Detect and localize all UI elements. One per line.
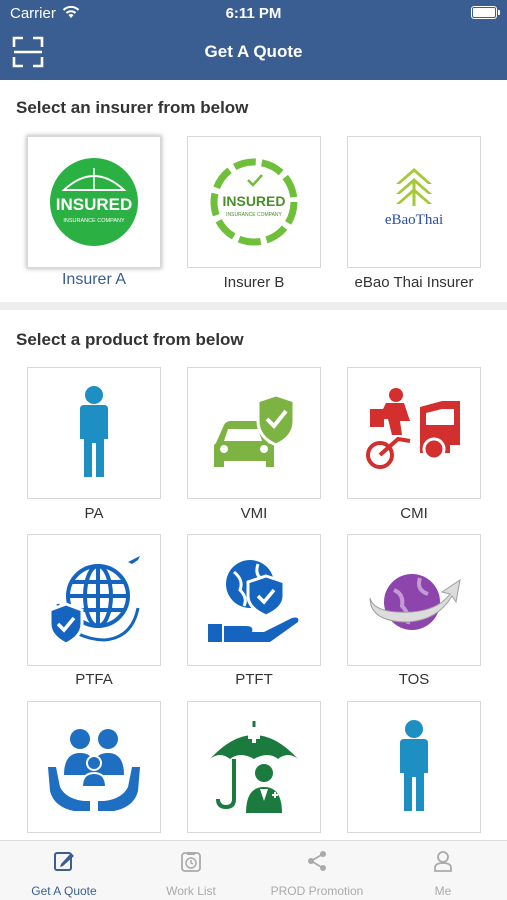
product-card-ptft[interactable] xyxy=(187,534,321,666)
insurer-section: Select an insurer from below INSURED INS… xyxy=(0,80,507,302)
product-card-tos[interactable] xyxy=(347,534,481,666)
tab-work-list[interactable]: Work List xyxy=(128,841,254,900)
clipboard-timer-icon xyxy=(181,852,201,872)
page-title: Get A Quote xyxy=(204,42,303,61)
tab-label: PROD Promotion xyxy=(270,884,364,898)
person-icon xyxy=(80,386,108,477)
battery-icon xyxy=(471,6,500,19)
ebao-thai-logo-icon: eBaoThai xyxy=(385,168,443,228)
product-label-pa: PA xyxy=(84,505,104,522)
product-card-family[interactable] xyxy=(27,701,161,833)
tab-label: Get A Quote xyxy=(31,884,97,898)
product-label-tos: TOS xyxy=(398,671,430,688)
user-icon xyxy=(434,851,452,872)
car-shield-icon xyxy=(214,393,296,467)
planet-arrow-icon xyxy=(369,574,461,630)
tab-me[interactable]: Me xyxy=(380,841,506,900)
product-card-ptfa[interactable] xyxy=(27,534,161,666)
product-section: Select a product from below PA VMI CMI P… xyxy=(0,310,507,840)
svg-text:INSURED: INSURED xyxy=(56,195,133,214)
tab-prod-promotion[interactable]: PROD Promotion xyxy=(254,841,380,900)
insurer-label-a: Insurer A xyxy=(61,271,127,288)
tab-bar: Get A Quote Work List PROD Promotion Me xyxy=(0,840,507,900)
product-label-ptft: PTFT xyxy=(235,671,273,688)
globe-shield-plane-icon xyxy=(48,556,140,646)
insurer-label-b: Insurer B xyxy=(223,274,285,291)
insurer-card-a[interactable]: INSURED INSURANCE COMPANY xyxy=(27,136,161,268)
product-card-cmi[interactable] xyxy=(347,367,481,499)
product-label-ptfa: PTFA xyxy=(75,671,113,688)
globe-hand-shield-icon xyxy=(208,560,299,642)
product-label-cmi: CMI xyxy=(400,505,428,522)
family-hands-icon xyxy=(48,729,140,811)
umbrella-doctor-icon xyxy=(210,721,298,813)
insurer-section-title: Select an insurer from below xyxy=(16,98,249,117)
edit-icon xyxy=(54,852,74,871)
svg-text:eBaoThai: eBaoThai xyxy=(385,212,443,228)
insured-logo-icon: INSURED INSURANCE COMPANY xyxy=(210,158,298,246)
app-header: Carrier 6:11 PM Get A Quote xyxy=(0,0,507,80)
product-card-health[interactable] xyxy=(187,701,321,833)
product-card-pa[interactable] xyxy=(27,367,161,499)
svg-text:INSURANCE COMPANY: INSURANCE COMPANY xyxy=(63,218,125,224)
share-icon xyxy=(308,851,326,871)
product-card-vmi[interactable] xyxy=(187,367,321,499)
tab-get-a-quote[interactable]: Get A Quote xyxy=(1,841,127,900)
svg-text:INSURED: INSURED xyxy=(222,193,285,209)
section-divider xyxy=(0,302,507,310)
insurer-card-b[interactable]: INSURED INSURANCE COMPANY xyxy=(187,136,321,268)
insured-logo-icon: INSURED INSURANCE COMPANY xyxy=(50,158,138,246)
tab-label: Work List xyxy=(166,884,216,898)
motorcycle-car-crash-icon xyxy=(366,388,460,469)
status-bar: Carrier 6:11 PM xyxy=(0,0,507,28)
insurer-card-ebao[interactable]: eBaoThai xyxy=(347,136,481,268)
clock: 6:11 PM xyxy=(225,5,282,22)
product-section-title: Select a product from below xyxy=(16,330,244,349)
tab-label: Me xyxy=(434,884,452,898)
svg-text:INSURANCE COMPANY: INSURANCE COMPANY xyxy=(226,212,282,218)
product-label-vmi: VMI xyxy=(240,505,268,522)
insurer-label-ebao: eBao Thai Insurer xyxy=(354,274,474,291)
product-card-person[interactable] xyxy=(347,701,481,833)
person-icon xyxy=(400,720,428,811)
